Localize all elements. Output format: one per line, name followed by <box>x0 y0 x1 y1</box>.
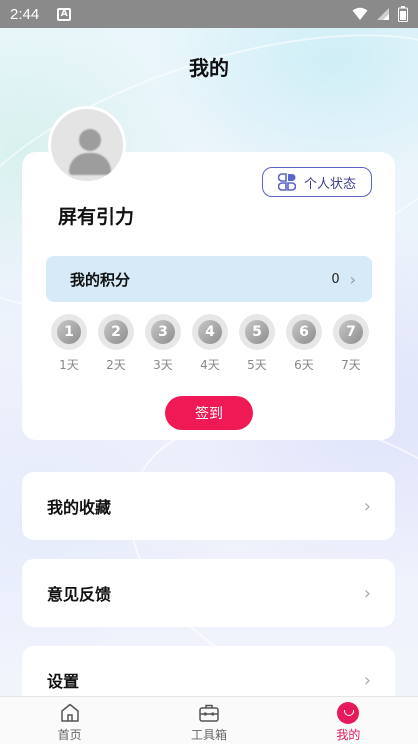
checkin-day-label: 6天 <box>294 358 314 370</box>
checkin-day-circle: 5 <box>239 314 275 350</box>
chevron-right-icon: › <box>363 582 371 604</box>
checkin-day-2: 2 2天 <box>96 314 136 370</box>
checkin-day-3: 3 3天 <box>143 314 183 370</box>
checkin-day-label: 1天 <box>59 358 79 370</box>
status-icons <box>352 6 408 22</box>
menu-item-label: 设置 <box>47 672 80 691</box>
checkin-day-number: 4 <box>198 320 222 344</box>
points-label: 我的积分 <box>70 270 131 289</box>
chevron-right-icon: › <box>363 669 371 691</box>
checkin-day-circle: 4 <box>192 314 228 350</box>
nav-toolbox-label: 工具箱 <box>190 728 227 742</box>
checkin-days: 1 1天 2 2天 3 3天 4 4天 5 5天 6 6天 7 7天 <box>49 314 371 370</box>
personal-status-label: 个人状态 <box>303 176 356 192</box>
nav-me-label: 我的 <box>336 728 361 742</box>
menu-item-feedback[interactable]: 意见反馈 › <box>22 559 395 627</box>
my-points-row[interactable]: 我的积分 0 › <box>46 256 372 302</box>
toolbox-icon <box>198 702 220 724</box>
notification-icon: A <box>57 7 72 21</box>
checkin-day-6: 6 6天 <box>284 314 324 370</box>
status-time: 2:44 <box>10 5 40 23</box>
wifi-icon <box>352 7 368 20</box>
checkin-day-circle: 2 <box>98 314 134 350</box>
checkin-day-5: 5 5天 <box>237 314 277 370</box>
checkin-day-label: 2天 <box>106 358 126 370</box>
checkin-day-circle: 6 <box>286 314 322 350</box>
checkin-day-circle: 1 <box>51 314 87 350</box>
status-bar: 2:44 A <box>0 0 418 28</box>
checkin-day-label: 5天 <box>247 358 267 370</box>
checkin-day-7: 7 7天 <box>331 314 371 370</box>
checkin-day-number: 6 <box>292 320 316 344</box>
signal-icon <box>377 8 389 20</box>
checkin-day-number: 2 <box>104 320 128 344</box>
checkin-day-circle: 3 <box>145 314 181 350</box>
nav-me[interactable]: 我的 <box>279 697 418 744</box>
page-title: 我的 <box>189 56 229 80</box>
avatar-body <box>69 153 111 175</box>
checkin-day-number: 3 <box>151 320 175 344</box>
menu-item-label: 意见反馈 <box>47 585 112 604</box>
checkin-day-number: 5 <box>245 320 269 344</box>
nav-home[interactable]: 首页 <box>0 697 139 744</box>
avatar-head <box>79 129 101 151</box>
checkin-day-label: 4天 <box>200 358 220 370</box>
menu-item-label: 我的收藏 <box>47 498 112 517</box>
nav-toolbox[interactable]: 工具箱 <box>139 697 278 744</box>
chevron-right-icon: › <box>363 495 371 517</box>
bottom-nav: 首页 工具箱 我的 <box>0 696 418 744</box>
signin-button[interactable]: 签到 <box>165 396 253 430</box>
home-icon <box>59 702 81 724</box>
user-name: 屏有引力 <box>58 206 135 228</box>
smile-icon <box>337 702 360 724</box>
checkin-day-number: 1 <box>57 320 81 344</box>
clover-icon <box>277 173 296 191</box>
battery-icon <box>398 6 408 22</box>
checkin-day-4: 4 4天 <box>190 314 230 370</box>
nav-home-label: 首页 <box>57 728 82 742</box>
checkin-day-circle: 7 <box>333 314 369 350</box>
checkin-day-label: 3天 <box>153 358 173 370</box>
personal-status-button[interactable]: 个人状态 <box>262 167 372 197</box>
chevron-right-icon: › <box>349 269 356 289</box>
checkin-day-label: 7天 <box>341 358 361 370</box>
profile-card: 个人状态 屏有引力 我的积分 0 › 1 1天 2 2天 3 3天 4 4天 5… <box>22 152 395 440</box>
checkin-day-1: 1 1天 <box>49 314 89 370</box>
menu-item-favorites[interactable]: 我的收藏 › <box>22 472 395 540</box>
avatar[interactable] <box>48 106 126 184</box>
points-value: 0 <box>331 271 340 287</box>
checkin-day-number: 7 <box>339 320 363 344</box>
